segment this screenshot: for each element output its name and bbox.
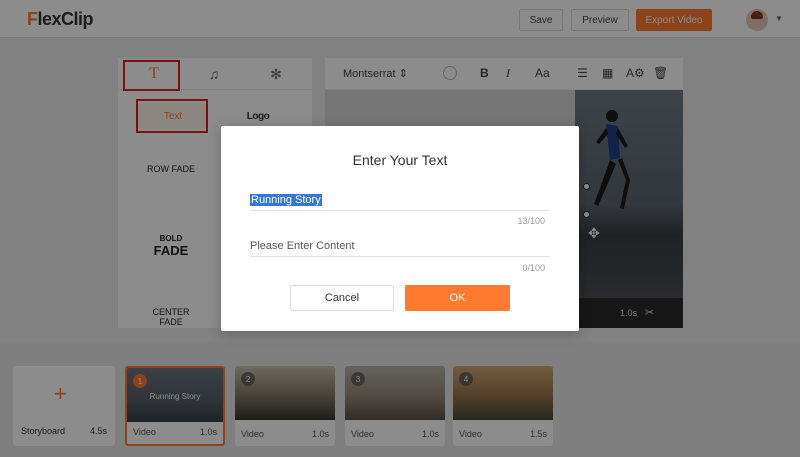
enter-text-dialog: Enter Your Text Running Story 13/100 0/1… <box>221 126 579 331</box>
title-char-counter: 13/100 <box>517 216 545 226</box>
content-input[interactable] <box>250 235 550 257</box>
content-char-counter: 0/100 <box>522 263 545 273</box>
selected-title-text[interactable]: Running Story <box>250 194 322 206</box>
dialog-title: Enter Your Text <box>352 152 448 168</box>
ok-button[interactable]: OK <box>405 285 510 311</box>
cancel-button[interactable]: Cancel <box>290 285 394 311</box>
